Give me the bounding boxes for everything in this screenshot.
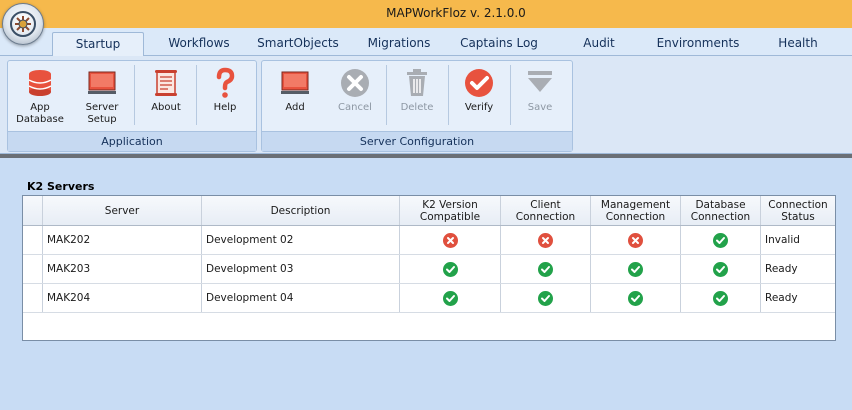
ok-icon [713,290,728,306]
app-logo-icon [10,11,36,37]
add-button[interactable]: Add [266,63,324,127]
add-label: Add [285,102,305,113]
servers-grid[interactable]: Server Description K2 Version Compatible… [22,195,836,341]
cancel-icon [341,69,369,97]
ok-icon [628,290,643,306]
fail-icon [628,232,643,248]
verify-label: Verify [464,102,494,113]
k2-servers-title: K2 Servers [27,180,95,193]
server-setup-button[interactable]: Server Setup [72,63,132,127]
fail-icon [538,232,553,248]
server-cell: MAK202 [43,226,202,254]
database-icon [28,70,52,96]
ribbon-separator [134,65,135,125]
status-cell: Ready [765,292,798,304]
column-header-description[interactable]: Description [202,196,400,225]
ok-icon [538,290,553,306]
description-cell: Development 04 [202,284,400,312]
grid-header-row: Server Description K2 Version Compatible… [23,196,835,226]
trash-icon [407,69,427,96]
verify-button[interactable]: Verify [450,63,508,127]
about-button[interactable]: About [138,63,194,127]
description-cell: Development 02 [202,226,400,254]
main-content: K2 Servers Server Description K2 Version… [0,158,852,410]
column-header-client-connection[interactable]: Client Connection [501,196,591,225]
ok-icon [442,290,458,306]
tab-smartobjects[interactable]: SmartObjects [254,32,342,56]
cancel-label: Cancel [338,102,372,113]
ok-icon [628,261,643,277]
column-header-management-connection[interactable]: Management Connection [591,196,681,225]
delete-label: Delete [400,102,434,113]
tab-migrations[interactable]: Migrations [360,32,438,56]
window-title: MAPWorkFloz v. 2.1.0.0 [386,6,526,20]
row-selector[interactable] [23,226,43,254]
server-cell: MAK204 [43,284,202,312]
server-configuration-group-label: Server Configuration [262,131,572,151]
save-arrow-icon [528,71,552,92]
status-cell: Invalid [765,234,800,246]
server-configuration-group: Add Cancel Delete Verify Save Server Con… [261,60,573,152]
table-row[interactable]: MAK204 Development 04 Ready [23,284,835,313]
save-label: Save [527,102,553,113]
title-bar: MAPWorkFloz v. 2.1.0.0 [0,0,852,28]
ribbon-tabstrip: Startup Workflows SmartObjects Migration… [0,28,852,57]
fail-icon [442,232,458,248]
server-cell: MAK203 [43,255,202,283]
delete-button[interactable]: Delete [388,63,446,127]
app-database-button[interactable]: App Database [12,63,68,127]
status-cell: Ready [765,263,798,275]
ribbon-separator [448,65,449,125]
app-menu-button[interactable] [2,3,44,45]
ribbon-separator [196,65,197,125]
ok-icon [538,261,553,277]
server-setup-label: Server Setup [85,102,119,125]
question-icon [216,67,235,98]
ribbon-panel: App Database Server Setup About Help App… [0,56,852,154]
column-header-server[interactable]: Server [43,196,202,225]
column-header-k2-version[interactable]: K2 Version Compatible [400,196,501,225]
help-label: Help [213,102,237,113]
tab-startup[interactable]: Startup [52,32,144,57]
row-selector-header [23,196,43,225]
cancel-button[interactable]: Cancel [326,63,384,127]
ribbon-separator [386,65,387,125]
ok-icon [713,232,728,248]
row-selector[interactable] [23,284,43,312]
tab-health[interactable]: Health [772,32,824,56]
column-header-database-connection[interactable]: Database Connection [681,196,761,225]
ribbon-separator [510,65,511,125]
ok-icon [442,261,458,277]
help-button[interactable]: Help [198,63,252,127]
tab-audit[interactable]: Audit [574,32,624,56]
check-icon [465,69,493,97]
save-button[interactable]: Save [512,63,568,127]
tab-workflows[interactable]: Workflows [160,32,238,56]
application-group: App Database Server Setup About Help App… [7,60,257,152]
description-cell: Development 03 [202,255,400,283]
column-header-connection-status[interactable]: Connection Status [761,196,835,225]
about-label: About [151,102,181,113]
monitor-icon [281,71,309,94]
table-row[interactable]: MAK203 Development 03 Ready [23,255,835,284]
app-database-label: App Database [16,102,64,125]
scroll-icon [155,70,177,96]
application-group-label: Application [8,131,256,151]
row-selector[interactable] [23,255,43,283]
tab-captains-log[interactable]: Captains Log [458,32,540,56]
ok-icon [713,261,728,277]
table-row[interactable]: MAK202 Development 02 Invalid [23,226,835,255]
monitor-icon [88,71,116,94]
tab-environments[interactable]: Environments [656,32,740,56]
